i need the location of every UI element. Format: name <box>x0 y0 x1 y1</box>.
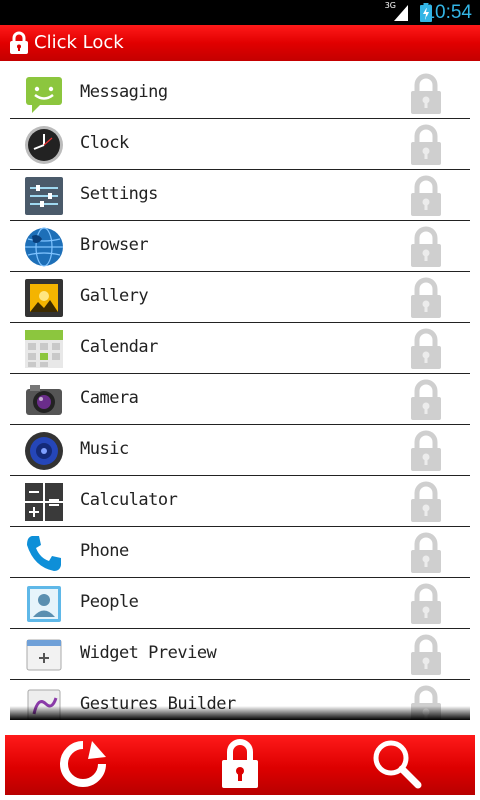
padlock-icon[interactable] <box>409 634 443 680</box>
calculator-icon <box>24 482 64 522</box>
clock-icon <box>24 125 64 165</box>
padlock-icon[interactable] <box>409 175 443 221</box>
search-icon <box>370 737 424 795</box>
list-item[interactable]: Clock <box>10 119 470 170</box>
status-bar: 3G 10:54 <box>0 0 480 25</box>
list-item[interactable]: Browser <box>10 221 470 272</box>
lock-button[interactable] <box>210 738 270 794</box>
app-label: Widget Preview <box>80 643 217 663</box>
camera-icon <box>24 380 64 420</box>
refresh-button[interactable] <box>53 741 113 791</box>
app-label: Browser <box>80 235 149 255</box>
app-bar: Click Lock <box>0 25 480 61</box>
people-icon <box>24 584 64 624</box>
padlock-icon[interactable] <box>9 31 29 59</box>
list-item[interactable]: Messaging <box>10 68 470 119</box>
list-item[interactable]: People <box>10 578 470 629</box>
app-list[interactable]: Messaging Clock Settings Browser Gallery… <box>10 68 470 720</box>
music-speaker-icon <box>24 431 64 471</box>
list-item[interactable]: Calendar <box>10 323 470 374</box>
padlock-icon[interactable] <box>409 481 443 527</box>
settings-icon <box>24 176 64 216</box>
lock-icon <box>220 738 260 794</box>
padlock-icon[interactable] <box>409 379 443 425</box>
padlock-icon[interactable] <box>409 124 443 170</box>
bottom-action-bar <box>5 735 475 795</box>
padlock-icon[interactable] <box>409 73 443 119</box>
padlock-icon[interactable] <box>409 583 443 629</box>
list-item[interactable]: Camera <box>10 374 470 425</box>
browser-globe-icon <box>24 227 64 267</box>
list-scroll-fade <box>10 706 470 720</box>
app-label: People <box>80 592 139 612</box>
list-item[interactable]: Settings <box>10 170 470 221</box>
widget-preview-icon <box>24 635 64 675</box>
app-label: Messaging <box>80 82 168 102</box>
clock-time: 10:54 <box>424 2 472 23</box>
refresh-icon <box>56 739 110 793</box>
gallery-icon <box>24 278 64 318</box>
signal-icon <box>394 3 408 25</box>
calendar-icon <box>24 329 64 369</box>
padlock-icon[interactable] <box>409 328 443 374</box>
messaging-icon <box>24 74 64 114</box>
list-item[interactable]: Widget Preview <box>10 629 470 680</box>
list-item[interactable]: Music <box>10 425 470 476</box>
app-label: Music <box>80 439 129 459</box>
page-title: Click Lock <box>34 32 124 53</box>
padlock-icon[interactable] <box>409 430 443 476</box>
padlock-icon[interactable] <box>409 226 443 272</box>
padlock-icon[interactable] <box>409 532 443 578</box>
app-label: Gallery <box>80 286 149 306</box>
app-label: Phone <box>80 541 129 561</box>
app-label: Camera <box>80 388 139 408</box>
padlock-icon[interactable] <box>409 277 443 323</box>
app-label: Settings <box>80 184 158 204</box>
list-item[interactable]: Phone <box>10 527 470 578</box>
phone-icon <box>24 533 64 573</box>
app-label: Calculator <box>80 490 178 510</box>
list-item[interactable]: Gallery <box>10 272 470 323</box>
search-button[interactable] <box>367 740 427 791</box>
app-label: Calendar <box>80 337 158 357</box>
list-item[interactable]: Calculator <box>10 476 470 527</box>
app-label: Clock <box>80 133 129 153</box>
